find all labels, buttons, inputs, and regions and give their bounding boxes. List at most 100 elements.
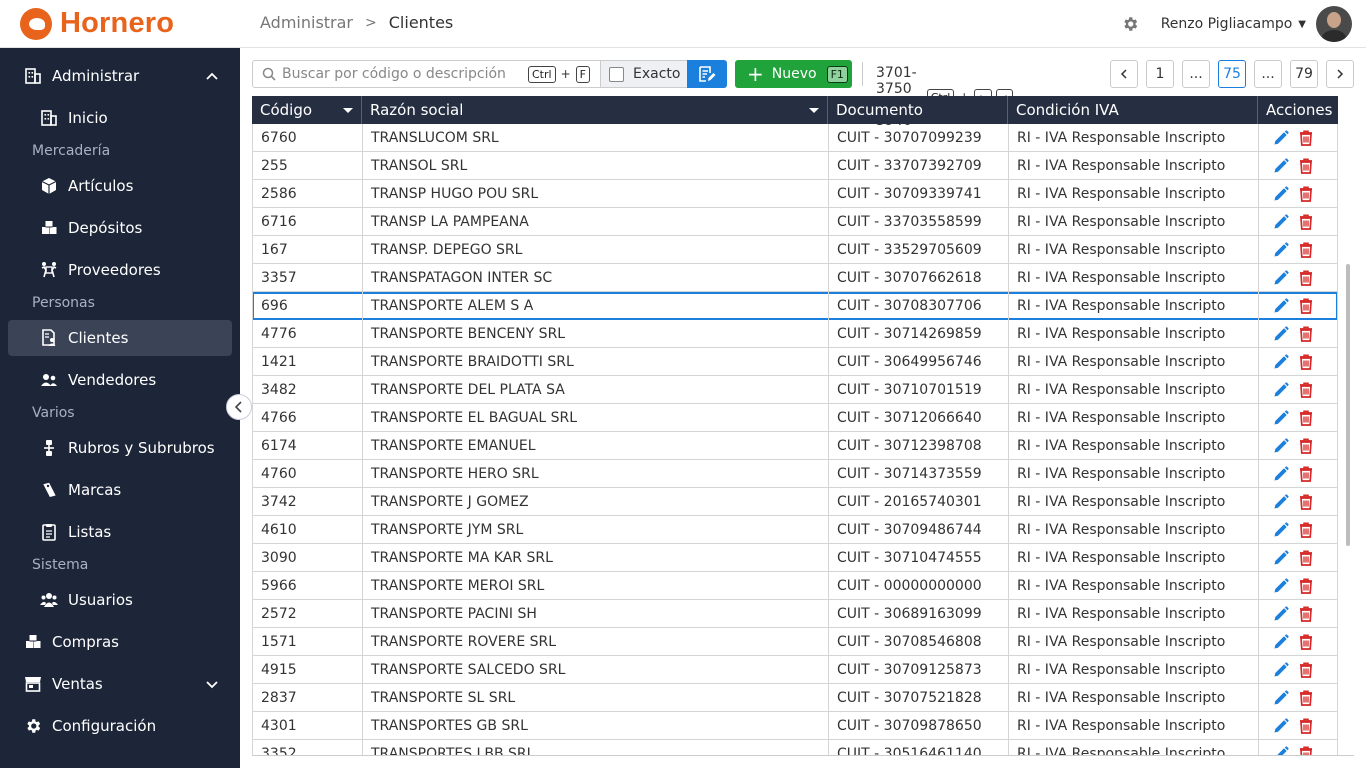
trash-icon[interactable] xyxy=(1299,662,1313,678)
table-row[interactable]: 3482 TRANSPORTE DEL PLATA SA CUIT - 307107… xyxy=(252,376,1338,404)
table-row[interactable]: 167 TRANSP. DEPEGO SRL CUIT - 33529705609 R… xyxy=(252,236,1338,264)
pencil-icon[interactable] xyxy=(1273,326,1289,342)
table-row[interactable]: 3742 TRANSPORTE J GOMEZ CUIT - 20165740301… xyxy=(252,488,1338,516)
table-row[interactable]: 2572 TRANSPORTE PACINI SH CUIT - 306891630… xyxy=(252,600,1338,628)
page-button-1[interactable]: 1 xyxy=(1146,60,1174,88)
trash-icon[interactable] xyxy=(1299,746,1313,755)
trash-icon[interactable] xyxy=(1299,242,1313,258)
table-row[interactable]: 3352 TRANSPORTES LBB SRL CUIT - 3051646114… xyxy=(252,740,1338,755)
sidebar-item-marcas[interactable]: Marcas xyxy=(40,478,121,502)
trash-icon[interactable] xyxy=(1299,382,1313,398)
brand[interactable]: Hornero xyxy=(20,7,174,40)
sidebar-item-inicio[interactable]: Inicio xyxy=(40,106,108,130)
caret-down-icon[interactable]: ▼ xyxy=(1298,19,1306,30)
trash-icon[interactable] xyxy=(1299,522,1313,538)
page-button-current[interactable]: 75 xyxy=(1218,60,1246,88)
sidebar-item-administrar[interactable]: Administrar xyxy=(24,64,218,88)
table-row[interactable]: 4766 TRANSPORTE EL BAGUAL SRL CUIT - 30712… xyxy=(252,404,1338,432)
sidebar-item-articulos[interactable]: Artículos xyxy=(40,174,133,198)
trash-icon[interactable] xyxy=(1299,354,1313,370)
avatar[interactable] xyxy=(1316,6,1352,42)
table-row[interactable]: 3357 TRANSPATAGON INTER SC CUIT - 30707662… xyxy=(252,264,1338,292)
pencil-icon[interactable] xyxy=(1273,522,1289,538)
trash-icon[interactable] xyxy=(1299,578,1313,594)
sidebar-item-depositos[interactable]: Depósitos xyxy=(40,216,142,240)
table-row[interactable]: 2837 TRANSPORTE SL SRL CUIT - 30707521828 R… xyxy=(252,684,1338,712)
table-row[interactable]: 4915 TRANSPORTE SALCEDO SRL CUIT - 3070912… xyxy=(252,656,1338,684)
pencil-icon[interactable] xyxy=(1273,662,1289,678)
exact-match-toggle[interactable]: Exacto xyxy=(600,60,688,88)
table-row[interactable]: 6760 TRANSLUCOM SRL CUIT - 30707099239 RI -… xyxy=(252,124,1338,152)
pencil-icon[interactable] xyxy=(1273,606,1289,622)
page-ellipsis[interactable]: ... xyxy=(1182,60,1210,88)
pencil-icon[interactable] xyxy=(1273,242,1289,258)
next-page-button[interactable] xyxy=(1326,60,1354,88)
column-header-razon[interactable]: Razón social xyxy=(362,96,828,124)
trash-icon[interactable] xyxy=(1299,298,1313,314)
pencil-icon[interactable] xyxy=(1273,382,1289,398)
trash-icon[interactable] xyxy=(1299,326,1313,342)
breadcrumb-root[interactable]: Administrar xyxy=(260,13,353,32)
table-row[interactable]: 1421 TRANSPORTE BRAIDOTTI SRL CUIT - 30649… xyxy=(252,348,1338,376)
table-row[interactable]: 3090 TRANSPORTE MA KAR SRL CUIT - 30710474… xyxy=(252,544,1338,572)
pencil-icon[interactable] xyxy=(1273,550,1289,566)
search-input[interactable] xyxy=(282,66,528,82)
pencil-icon[interactable] xyxy=(1273,298,1289,314)
sidebar-item-configuracion[interactable]: Configuración xyxy=(24,714,156,738)
pencil-icon[interactable] xyxy=(1273,158,1289,174)
table-row[interactable]: 5966 TRANSPORTE MEROI SRL CUIT - 000000000… xyxy=(252,572,1338,600)
chevron-up-icon[interactable] xyxy=(206,70,218,82)
pencil-icon[interactable] xyxy=(1273,270,1289,286)
trash-icon[interactable] xyxy=(1299,718,1313,734)
new-client-button[interactable]: + Nuevo F1 xyxy=(735,60,852,88)
trash-icon[interactable] xyxy=(1299,606,1313,622)
page-button-last[interactable]: 79 xyxy=(1290,60,1318,88)
sidebar-item-usuarios[interactable]: Usuarios xyxy=(40,588,133,612)
chevron-down-icon[interactable] xyxy=(206,678,218,690)
pencil-icon[interactable] xyxy=(1273,578,1289,594)
sidebar-item-ventas[interactable]: Ventas xyxy=(24,672,218,696)
pencil-icon[interactable] xyxy=(1273,466,1289,482)
table-row[interactable]: 4776 TRANSPORTE BENCENY SRL CUIT - 3071426… xyxy=(252,320,1338,348)
prev-page-button[interactable] xyxy=(1110,60,1138,88)
pencil-icon[interactable] xyxy=(1273,130,1289,146)
pencil-icon[interactable] xyxy=(1273,354,1289,370)
pencil-icon[interactable] xyxy=(1273,690,1289,706)
column-header-condicion[interactable]: Condición IVA xyxy=(1008,96,1258,124)
trash-icon[interactable] xyxy=(1299,494,1313,510)
user-menu[interactable]: Renzo Pigliacampo xyxy=(1161,16,1293,32)
column-header-documento[interactable]: Documento xyxy=(828,96,1008,124)
table-row[interactable]: 4610 TRANSPORTE JYM SRL CUIT - 30709486744… xyxy=(252,516,1338,544)
gear-icon[interactable] xyxy=(1121,15,1139,33)
advanced-search-button[interactable] xyxy=(687,60,727,88)
table-row[interactable]: 696 TRANSPORTE ALEM S A CUIT - 30708307706… xyxy=(252,292,1338,320)
scrollbar-thumb[interactable] xyxy=(1346,264,1350,546)
table-row[interactable]: 4301 TRANSPORTES GB SRL CUIT - 30709878650… xyxy=(252,712,1338,740)
table-row[interactable]: 6716 TRANSP LA PAMPEANA CUIT - 33703558599… xyxy=(252,208,1338,236)
table-row[interactable]: 6174 TRANSPORTE EMANUEL CUIT - 30712398708… xyxy=(252,432,1338,460)
sidebar-item-clientes[interactable]: Clientes xyxy=(40,326,128,350)
pencil-icon[interactable] xyxy=(1273,214,1289,230)
column-header-codigo[interactable]: Código xyxy=(252,96,362,124)
trash-icon[interactable] xyxy=(1299,158,1313,174)
trash-icon[interactable] xyxy=(1299,186,1313,202)
trash-icon[interactable] xyxy=(1299,466,1313,482)
trash-icon[interactable] xyxy=(1299,550,1313,566)
sidebar-item-proveedores[interactable]: Proveedores xyxy=(40,258,161,282)
trash-icon[interactable] xyxy=(1299,690,1313,706)
trash-icon[interactable] xyxy=(1299,214,1313,230)
exact-checkbox[interactable] xyxy=(609,66,624,82)
pencil-icon[interactable] xyxy=(1273,746,1289,755)
trash-icon[interactable] xyxy=(1299,438,1313,454)
sidebar-item-listas[interactable]: Listas xyxy=(40,520,111,544)
trash-icon[interactable] xyxy=(1299,410,1313,426)
trash-icon[interactable] xyxy=(1299,130,1313,146)
pencil-icon[interactable] xyxy=(1273,438,1289,454)
pencil-icon[interactable] xyxy=(1273,634,1289,650)
pencil-icon[interactable] xyxy=(1273,494,1289,510)
pencil-icon[interactable] xyxy=(1273,186,1289,202)
trash-icon[interactable] xyxy=(1299,270,1313,286)
sidebar-collapse-button[interactable] xyxy=(226,394,252,420)
sidebar-item-rubros[interactable]: Rubros y Subrubros xyxy=(40,436,215,460)
table-row[interactable]: 255 TRANSOL SRL CUIT - 33707392709 RI - IVA… xyxy=(252,152,1338,180)
